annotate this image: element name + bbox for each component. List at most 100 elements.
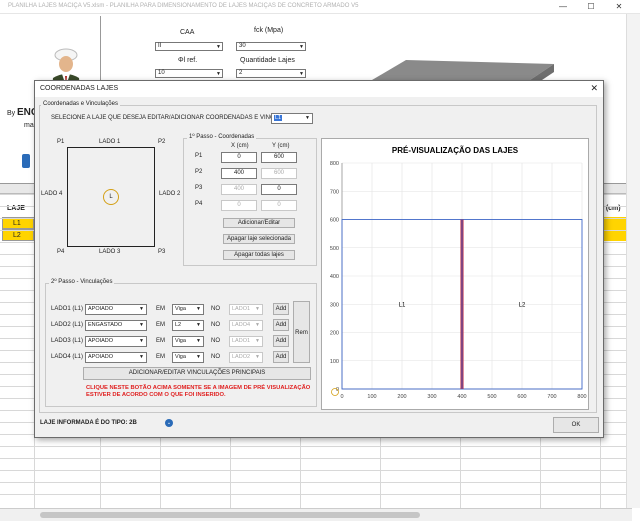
vinc-type-select[interactable]: APOIADO ▼ [85, 336, 147, 347]
phi-select[interactable]: 10 ▼ [155, 69, 223, 78]
vinc-no-label: NO [211, 306, 220, 312]
ok-button[interactable]: OK [553, 417, 599, 433]
chevron-down-icon: ▼ [255, 354, 260, 360]
vinc-ref-select[interactable]: LADO1 ▼ [229, 336, 263, 347]
coord-x-input[interactable]: 0 [221, 152, 257, 163]
preview-chart-svg: PRÉ-VISUALIZAÇÃO DAS LAJES 0 100 200 300 400 5… [330, 146, 587, 400]
chart-x-tick-label: 700 [547, 394, 556, 400]
delete-selected-button[interactable]: Apagar laje selecionada [223, 234, 295, 244]
coord-point-label: P1 [195, 153, 203, 159]
laje-select[interactable]: L1 ▼ [271, 113, 313, 124]
rem-button[interactable]: Rem [293, 301, 310, 363]
grid-hline [0, 458, 632, 459]
excel-titlebar: PLANILHA LAJES MACIÇA V5.xlsm - PLANILHA… [0, 0, 640, 14]
restore-button[interactable]: ☐ [580, 1, 602, 12]
close-window-button[interactable]: ✕ [608, 1, 630, 12]
vinc-element-select[interactable]: Viga ▼ [172, 352, 204, 363]
chart-x-tick-label: 800 [577, 394, 586, 400]
chevron-down-icon: ▼ [196, 354, 201, 360]
add-vinculacoes-button[interactable]: ADICIONAR/EDITAR VINCULAÇÕES PRINCIPAIS [83, 367, 311, 380]
caa-label: CAA [180, 29, 195, 36]
chart-slab-label: L1 [399, 302, 406, 308]
vinc-add-button[interactable]: Add [273, 303, 289, 315]
step2-label: 2º Passo - Vinculações [49, 279, 115, 285]
coord-x-input[interactable]: 400 [221, 168, 257, 179]
chart-y-tick-label: 200 [330, 331, 339, 337]
chart-y-tick-label: 500 [330, 246, 339, 252]
fck-select[interactable]: 30 ▼ [236, 42, 306, 51]
vertical-scrollbar[interactable] [626, 14, 640, 508]
footer-type-text: LAJE INFORMADA É DO TIPO: 2B [40, 420, 137, 426]
chart-y-tick-label: 400 [330, 274, 339, 280]
vinc-type-select[interactable]: ENGASTADO ▼ [85, 320, 147, 331]
phi-label: Φl ref. [178, 57, 198, 64]
vinc-add-button[interactable]: Add [273, 351, 289, 363]
x-header: X (cm) [231, 143, 249, 149]
chevron-down-icon: ▼ [139, 306, 144, 312]
coord-y-input[interactable]: 600 [261, 152, 297, 163]
chevron-down-icon: ▼ [139, 338, 144, 344]
vinc-lado-label: LADO3 (L1) [51, 338, 84, 344]
vinc-em-label: EM [156, 354, 165, 360]
vinc-element-select[interactable]: Viga ▼ [172, 336, 204, 347]
expand-icon[interactable]: ⌄ [165, 419, 173, 427]
caa-select[interactable]: II ▼ [155, 42, 223, 51]
vinc-no-label: NO [211, 354, 220, 360]
window-title: PLANILHA LAJES MACIÇA V5.xlsm - PLANILHA… [8, 3, 359, 9]
vinc-em-label: EM [156, 306, 165, 312]
diagram-lado2: LADO 2 [159, 191, 181, 197]
coord-y-input[interactable]: 0 [261, 184, 297, 195]
chart-x-tick-label: 400 [457, 394, 466, 400]
coord-point-label: P3 [195, 185, 203, 191]
chart-x-tick-label: 0 [340, 394, 343, 400]
vinc-no-label: NO [211, 322, 220, 328]
diagram-lado4: LADO 4 [41, 191, 63, 197]
dialog-titlebar: COORDENADAS LAJES ✕ [35, 81, 603, 97]
vinc-lado-label: LADO2 (L1) [51, 322, 84, 328]
qty-select[interactable]: 2 ▼ [236, 69, 306, 78]
coord-point-label: P4 [195, 201, 203, 207]
step1-label: 1º Passo - Coordenadas [187, 134, 257, 140]
coordenadas-dialog: COORDENADAS LAJES ✕ Coordenadas e Vincul… [34, 80, 604, 438]
chart-y-tick-label: 100 [330, 359, 339, 365]
coord-y-input[interactable]: 600 [261, 168, 297, 179]
chevron-down-icon: ▼ [196, 338, 201, 344]
chart-y-tick-label: 600 [330, 218, 339, 224]
close-icon[interactable]: ✕ [590, 83, 598, 94]
vinc-element-select[interactable]: Viga ▼ [172, 304, 204, 315]
vinc-add-button[interactable]: Add [273, 335, 289, 347]
select-prompt: SELECIONE A LAJE QUE DESEJA EDITAR/ADICI… [51, 115, 303, 121]
social-icon[interactable] [22, 154, 30, 168]
delete-all-button[interactable]: Apagar todas lajes [223, 250, 295, 260]
preview-chart: PRÉ-VISUALIZAÇÃO DAS LAJES 0 100 200 300 400 5… [321, 138, 589, 410]
hscroll-thumb[interactable] [40, 512, 420, 518]
diagram-lado3: LADO 3 [99, 249, 121, 255]
minimize-button[interactable]: — [552, 1, 574, 12]
chart-y-tick-label: 800 [330, 161, 339, 167]
add-edit-button[interactable]: Adicionar/Editar [223, 218, 295, 228]
vinc-type-select[interactable]: APOIADO ▼ [85, 304, 147, 315]
coord-x-input[interactable]: 0 [221, 200, 257, 211]
vinc-element-select[interactable]: L2 ▼ [172, 320, 204, 331]
vinc-type-select[interactable]: APOIADO ▼ [85, 352, 147, 363]
chart-x-tick-label: 600 [517, 394, 526, 400]
vinc-ref-select[interactable]: LADO2 ▼ [229, 352, 263, 363]
vinc-add-button[interactable]: Add [273, 319, 289, 331]
coord-point-label: P2 [195, 169, 203, 175]
warning-line2: ESTIVER DE ACORDO COM O QUE FOI INSERIDO… [86, 392, 226, 398]
by-label: By [7, 110, 16, 117]
vinc-ref-select[interactable]: LADO4 ▼ [229, 320, 263, 331]
vinc-em-label: EM [156, 322, 165, 328]
vinc-ref-select[interactable]: LADO1 ▼ [229, 304, 263, 315]
chart-y-tick-label: 700 [330, 189, 339, 195]
coord-x-input[interactable]: 400 [221, 184, 257, 195]
coord-y-input[interactable]: 0 [261, 200, 297, 211]
fck-label: fck (Mpa) [254, 27, 284, 34]
qty-label: Quantidade Lajes [240, 57, 295, 64]
vinc-em-label: EM [156, 338, 165, 344]
horizontal-scrollbar[interactable] [0, 508, 632, 521]
grid-hline [0, 482, 632, 483]
chart-x-tick-label: 200 [397, 394, 406, 400]
chart-title: PRÉ-VISUALIZAÇÃO DAS LAJES [392, 146, 519, 155]
diagram-p3: P3 [158, 249, 166, 255]
